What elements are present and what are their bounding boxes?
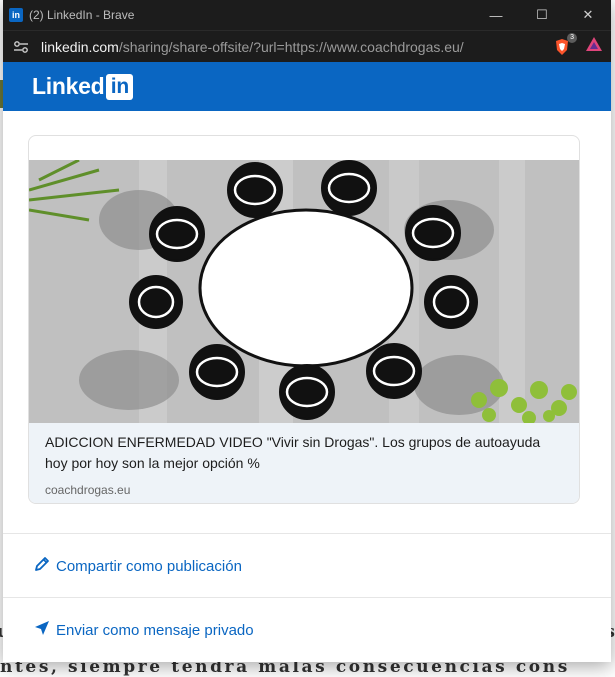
linkedin-header: Linked in xyxy=(3,62,611,111)
send-icon xyxy=(34,620,50,640)
window-controls: — ☐ ✕ xyxy=(473,0,611,30)
linkedin-app-icon: in xyxy=(9,8,23,22)
url-field[interactable]: linkedin.com/sharing/share-offsite/?url=… xyxy=(41,39,547,55)
url-path: /sharing/share-offsite/?url=https://www.… xyxy=(118,38,464,55)
preview-image xyxy=(29,160,579,423)
share-post-button[interactable]: Compartir como publicación xyxy=(34,556,242,576)
logo-in-box: in xyxy=(106,73,134,100)
window-title: (2) LinkedIn - Brave xyxy=(29,8,135,22)
preview-title: ADICCION ENFERMEDAD VIDEO "Vivir sin Dro… xyxy=(45,434,541,471)
logo-wordmark: Linked xyxy=(32,73,105,99)
minimize-button[interactable]: — xyxy=(473,0,519,30)
site-settings-icon[interactable] xyxy=(11,40,31,54)
url-host: linkedin.com xyxy=(41,38,119,55)
title-bar: in (2) LinkedIn - Brave — ☐ ✕ xyxy=(3,0,611,30)
pencil-icon xyxy=(34,556,50,576)
share-post-label: Compartir como publicación xyxy=(56,557,242,575)
link-preview-card[interactable]: ADICCION ENFERMEDAD VIDEO "Vivir sin Dro… xyxy=(28,135,580,504)
brave-shield-icon[interactable]: 3 xyxy=(553,32,577,56)
maximize-button[interactable]: ☐ xyxy=(519,0,565,30)
send-message-label: Enviar como mensaje privado xyxy=(56,621,254,639)
share-dialog-content: Linked in ADICCION ENFERMEDAD VIDEO "Viv… xyxy=(3,62,611,662)
divider xyxy=(3,597,611,598)
linkedin-logo: Linked in xyxy=(32,73,134,100)
address-bar: linkedin.com/sharing/share-offsite/?url=… xyxy=(3,30,611,62)
brave-rewards-icon[interactable] xyxy=(585,36,603,57)
extension-icons: 3 xyxy=(553,32,603,57)
browser-window: in (2) LinkedIn - Brave — ☐ ✕ linkedin.c… xyxy=(3,0,611,662)
preview-domain: coachdrogas.eu xyxy=(45,483,131,497)
divider xyxy=(3,533,611,534)
close-button[interactable]: ✕ xyxy=(565,0,611,30)
shield-count-badge: 3 xyxy=(567,32,577,43)
send-message-button[interactable]: Enviar como mensaje privado xyxy=(34,620,254,640)
preview-meta: ADICCION ENFERMEDAD VIDEO "Vivir sin Dro… xyxy=(29,423,579,503)
